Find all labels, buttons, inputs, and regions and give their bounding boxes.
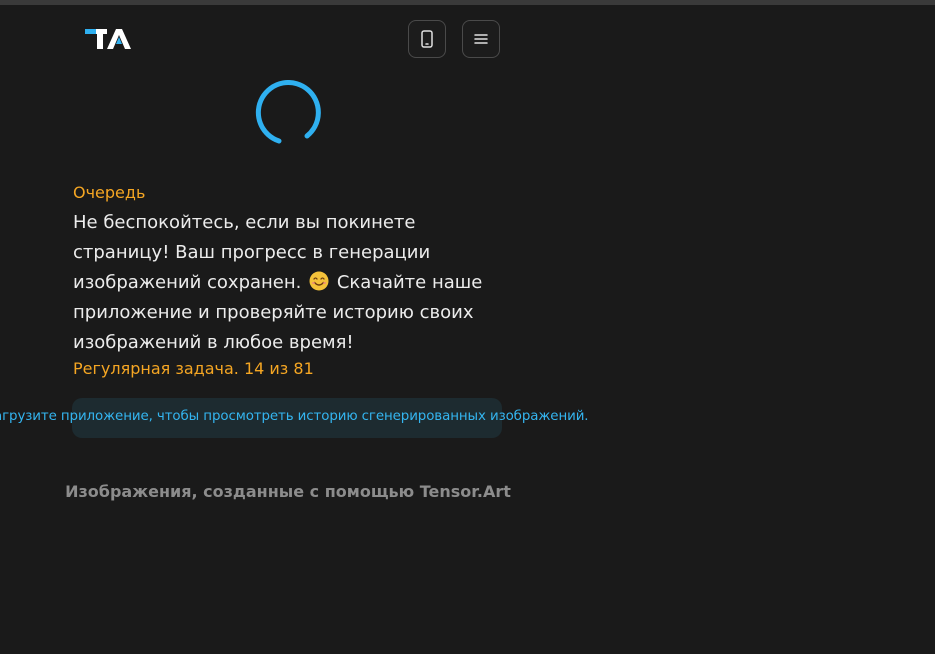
menu-button[interactable] — [462, 20, 500, 58]
download-app-banner-text[interactable]: агрузите приложение, чтобы просмотреть и… — [0, 409, 589, 424]
generation-message: Не беспокойтесь, если вы покинете страни… — [73, 208, 513, 358]
mobile-phone-icon — [421, 30, 433, 48]
gallery-caption: Изображения, созданные с помощью Tensor.… — [65, 482, 511, 501]
queue-label: Очередь — [73, 183, 146, 202]
task-progress-status: Регулярная задача. 14 из 81 — [73, 359, 314, 378]
top-border — [0, 0, 935, 5]
tensor-art-logo[interactable] — [83, 26, 133, 52]
smiling-face-icon — [309, 271, 329, 291]
hamburger-menu-icon — [474, 34, 488, 44]
download-app-button[interactable] — [408, 20, 446, 58]
loading-spinner-icon — [255, 80, 321, 144]
